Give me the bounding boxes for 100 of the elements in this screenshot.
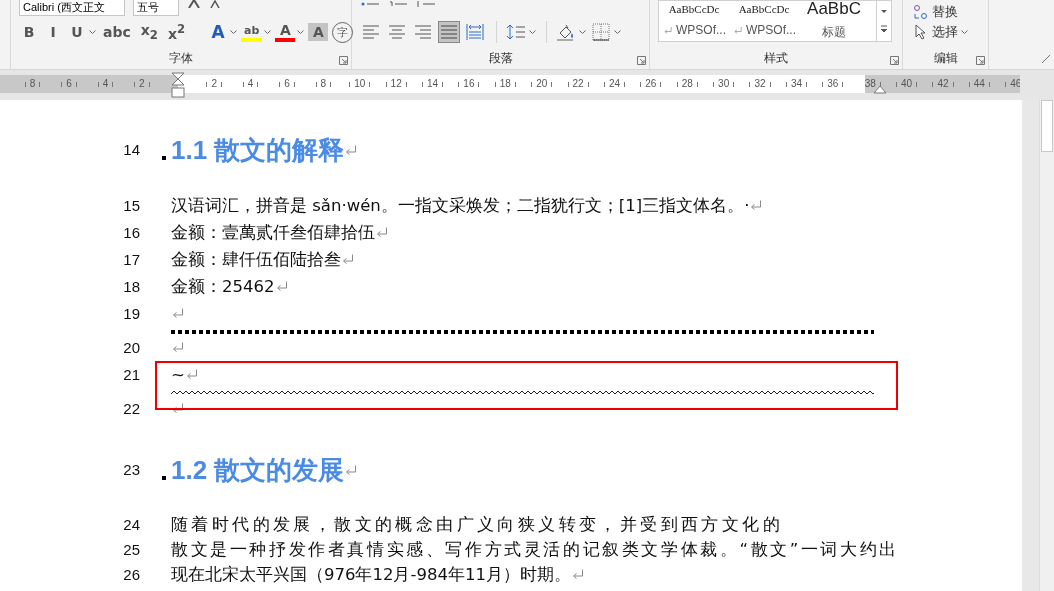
- style-preview[interactable]: AaBbCcDc: [668, 2, 720, 16]
- line-number: 23: [122, 460, 141, 480]
- style-preview[interactable]: AaBbCcDc: [738, 2, 790, 16]
- ruler-number: 6: [284, 79, 290, 89]
- ruler-number: 2: [211, 79, 217, 89]
- ruler-number: 12: [390, 79, 402, 89]
- multilevel-list-icon: [416, 0, 436, 8]
- dialog-launcher-icon[interactable]: [890, 56, 899, 65]
- caret-icon[interactable]: [264, 29, 272, 35]
- dialog-launcher-icon[interactable]: [637, 56, 646, 65]
- ruler-number: 46: [1010, 79, 1020, 89]
- caret-icon[interactable]: [961, 29, 968, 35]
- caret-icon[interactable]: [230, 29, 238, 35]
- ruler-number: 8: [320, 79, 327, 89]
- ruler-number: 6: [66, 79, 72, 89]
- heading-marker: [162, 476, 166, 480]
- borders-icon[interactable]: [591, 22, 611, 42]
- paragraph-text: 随着时代的发展，散文的概念由广义向狭义转变，并受到西方文化的: [171, 513, 783, 536]
- line-spacing-icon[interactable]: [506, 22, 526, 42]
- style-name[interactable]: WPSOf...: [746, 23, 796, 37]
- caret-icon[interactable]: [529, 29, 536, 35]
- ruler-number: 42: [937, 79, 949, 89]
- dialog-launcher-icon[interactable]: [339, 56, 348, 65]
- caret-icon[interactable]: [89, 29, 96, 35]
- justify-icon[interactable]: [439, 22, 459, 42]
- paragraph-text: 汉语词汇，拼音是 sǎn·wén。一指文采焕发；二指犹行文；[1]三指文体名。·: [171, 194, 750, 217]
- ruler-number: 22: [572, 79, 584, 89]
- style-preview[interactable]: AaBbC: [807, 1, 861, 18]
- bullets-icon: [360, 0, 380, 8]
- format-button[interactable]: B: [19, 21, 39, 43]
- collapse-ribbon-icon[interactable]: [1042, 55, 1050, 63]
- line-number: 26: [122, 565, 141, 585]
- format-button[interactable]: A: [208, 21, 229, 43]
- ruler-number: 10: [354, 79, 366, 89]
- paint-bucket-icon[interactable]: [556, 22, 576, 42]
- align-right-icon[interactable]: [413, 22, 433, 42]
- line-number: 18: [122, 277, 141, 297]
- align-left-icon[interactable]: [361, 22, 381, 42]
- caret-icon[interactable]: [579, 29, 586, 35]
- ruler-number: 38: [865, 79, 876, 89]
- right-indent-icon: [873, 85, 887, 94]
- line-number: 19: [122, 304, 141, 324]
- grow-font-icon: [187, 0, 201, 8]
- ruler-number: 24: [608, 79, 621, 89]
- ruler-number: 44: [973, 79, 985, 89]
- line-number: 14: [122, 140, 141, 160]
- ruler-number: 26: [645, 79, 657, 89]
- line-number: 20: [122, 338, 141, 358]
- line-number: 16: [122, 223, 141, 243]
- ruler-number: 40: [901, 79, 913, 89]
- replace-button[interactable]: 替换: [911, 3, 960, 21]
- paragraph-text: 金额：25462: [171, 275, 275, 298]
- paragraph-text: 金额：肆仟伍佰陆拾叁: [171, 248, 341, 271]
- align-center-icon[interactable]: [387, 22, 407, 42]
- group-label: 段落: [488, 49, 513, 67]
- ruler-number: 36: [827, 79, 839, 89]
- line-number: 22: [122, 399, 141, 419]
- format-button[interactable]: x$_{2}$: [137, 21, 161, 43]
- select-button[interactable]: 选择: [911, 23, 970, 41]
- format-button[interactable]: A: [275, 22, 296, 42]
- format-button[interactable]: ab: [241, 22, 263, 42]
- paragraph-text: 散文是一种抒发作者真情实感、写作方式灵活的记叙类文学体裁。“散文”一词大约出: [171, 538, 899, 561]
- heading: 1.2 散文的发展: [171, 453, 345, 487]
- scroll-thumb[interactable]: [1041, 100, 1053, 152]
- heading: 1.1 散文的解释: [171, 133, 345, 167]
- ruler-number: 18: [499, 79, 511, 89]
- scrollbar[interactable]: [1039, 100, 1054, 591]
- ruler-number: 20: [536, 79, 548, 89]
- ruler-number: 28: [681, 79, 693, 89]
- ruler-number: 8: [29, 79, 36, 89]
- replace-icon: [913, 4, 929, 20]
- caret-icon[interactable]: [297, 29, 305, 35]
- format-button[interactable]: A: [308, 23, 329, 41]
- caret-icon[interactable]: [614, 29, 621, 35]
- line-number: 24: [122, 515, 141, 535]
- style-name[interactable]: 标题: [822, 23, 846, 41]
- dialog-launcher-icon[interactable]: [976, 56, 985, 65]
- format-button[interactable]: I: [43, 21, 63, 43]
- style-name[interactable]: WPSOf...: [676, 23, 726, 37]
- ruler-number: 16: [463, 79, 475, 89]
- line-number: 17: [122, 250, 141, 270]
- ruler-number: 34: [790, 79, 802, 89]
- shrink-font-icon: [209, 0, 221, 8]
- group-label: 编辑: [933, 49, 958, 67]
- numbering-icon: [388, 0, 408, 8]
- heading-marker: [162, 156, 166, 160]
- format-button[interactable]: x$^{2}$: [164, 21, 189, 43]
- format-button[interactable]: U: [67, 21, 87, 43]
- line-number: 21: [122, 365, 141, 385]
- group-label: 样式: [764, 49, 788, 67]
- ruler-number: 30: [718, 79, 730, 89]
- format-button[interactable]: abc: [100, 21, 134, 43]
- font-name-field[interactable]: Calibri (西文正文: [19, 0, 125, 16]
- paragraph-text: ~: [171, 365, 185, 384]
- paragraph-text: 金额：壹萬贰仟叁佰肆拾伍: [171, 221, 375, 244]
- ruler-number: 14: [426, 79, 439, 89]
- font-size-field[interactable]: 五号: [133, 0, 179, 16]
- ruler-number: 4: [247, 79, 254, 89]
- line-number: 25: [122, 540, 141, 560]
- ruler-number: 2: [139, 79, 145, 89]
